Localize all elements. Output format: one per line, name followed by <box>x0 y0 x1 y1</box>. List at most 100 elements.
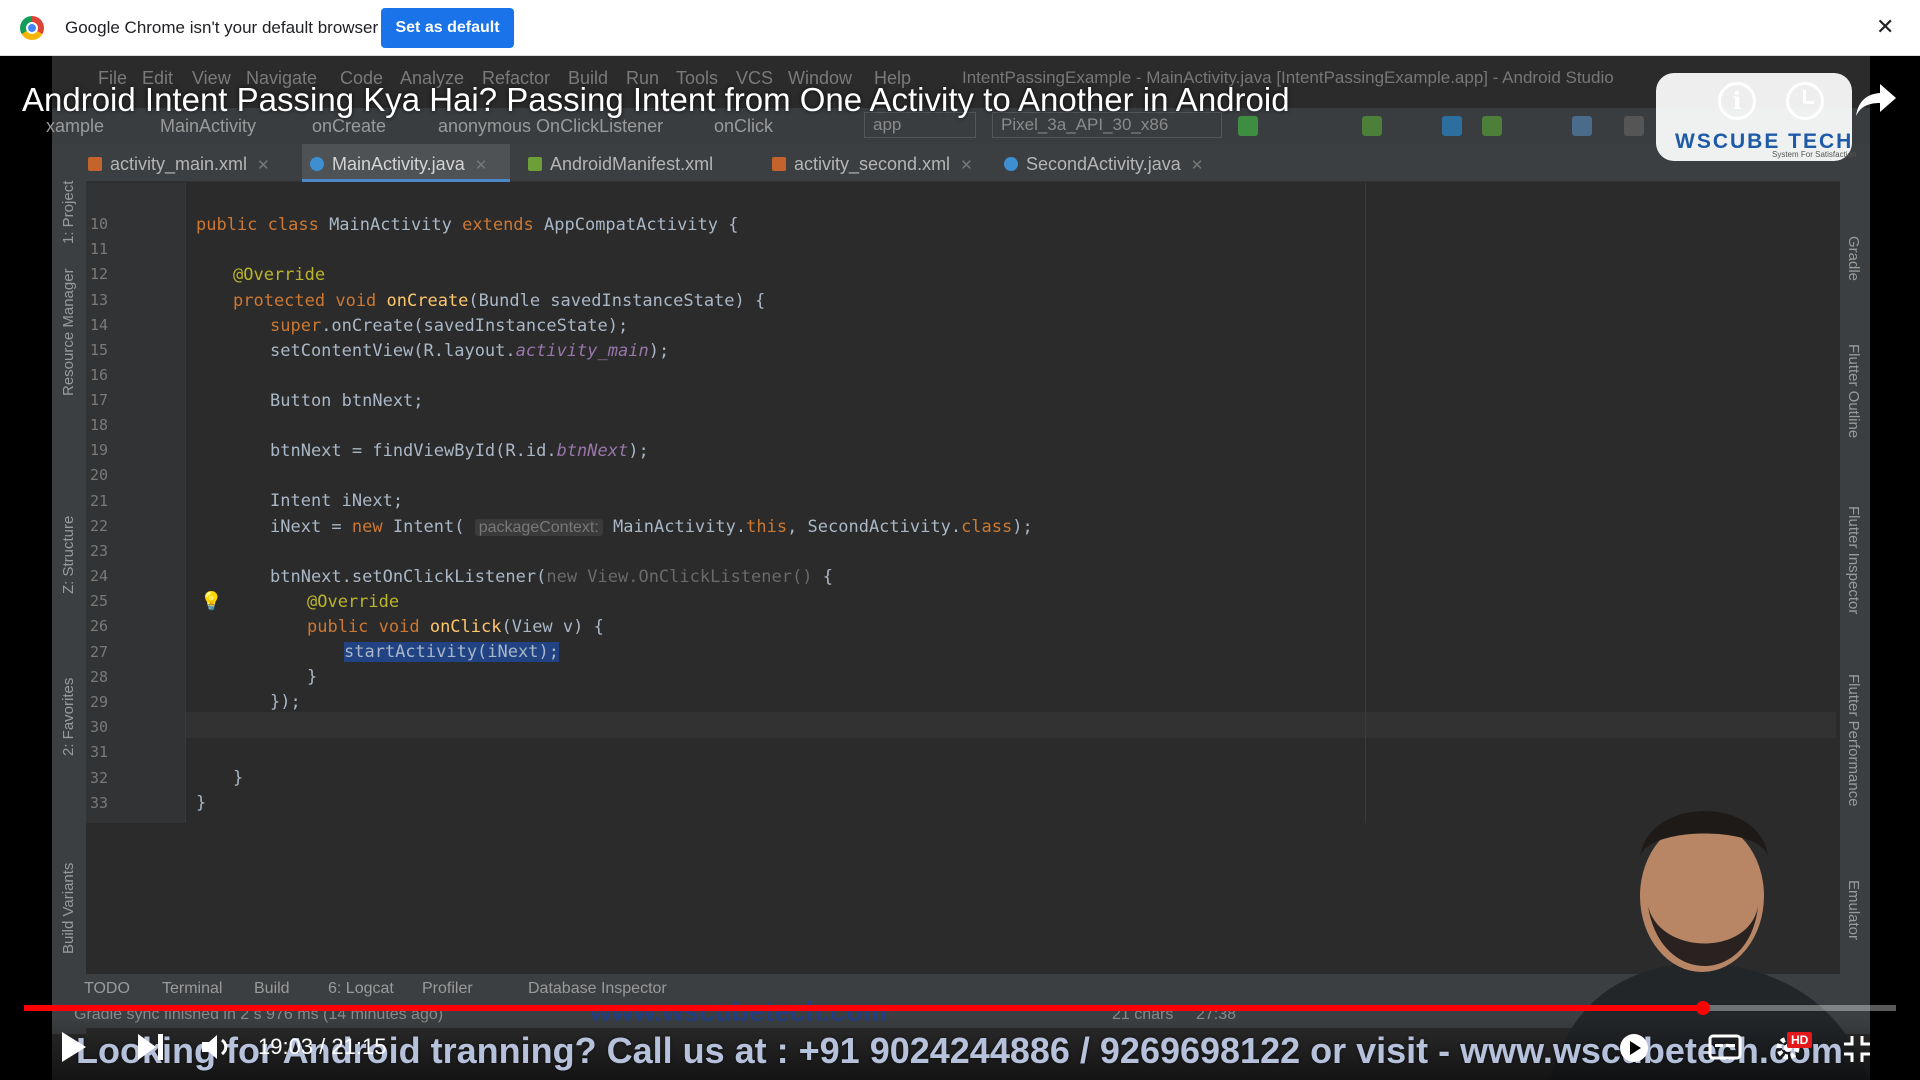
line-number: 21 <box>90 492 109 510</box>
line-number: 28 <box>90 668 109 686</box>
set-as-default-button[interactable]: Set as default <box>381 8 514 48</box>
line-number: 30 <box>90 718 109 736</box>
tab-activity-second-xml: activity_second.xml ✕ <box>772 144 992 182</box>
parameter-hint: packageContext: <box>474 519 603 536</box>
default-browser-infobar: Google Chrome isn't your default browser… <box>0 0 1920 56</box>
toolwin-terminal: Terminal <box>162 980 223 997</box>
code-line-25: @Override <box>307 592 400 612</box>
tool-favorites: 2: Favorites <box>60 677 77 756</box>
play-icon[interactable] <box>58 1030 88 1064</box>
tab-close-icon: ✕ <box>474 157 488 174</box>
line-number: 18 <box>90 416 109 434</box>
code-line-26: public void onClick(View v) { <box>307 617 604 637</box>
line-number: 24 <box>90 567 109 585</box>
hd-badge: HD <box>1787 1032 1813 1048</box>
tool-build-variants: Build Variants <box>60 862 77 954</box>
code-line-21: Intent iNext; <box>270 491 404 511</box>
toolwin-logcat: 6: Logcat <box>328 980 394 997</box>
code-line-24: btnNext.setOnClickListener(new View.OnCl… <box>270 567 833 587</box>
code-line-29: }); <box>270 692 301 712</box>
progress-fill <box>24 1005 1703 1011</box>
time-display: 19:03 / 21:15 <box>258 1034 387 1059</box>
infobar-message: Google Chrome isn't your default browser <box>65 18 379 37</box>
line-number: 14 <box>90 316 109 334</box>
tab-close-icon: ✕ <box>960 157 973 174</box>
line-number: 23 <box>90 542 109 560</box>
xml-layout-icon <box>772 157 786 171</box>
share-icon[interactable] <box>1854 80 1898 120</box>
breadcrumb-onclick: onClick <box>714 116 774 136</box>
breadcrumb-class: MainActivity <box>160 116 257 136</box>
tool-structure: Z: Structure <box>60 515 77 594</box>
editor-tabs: activity_main.xml ✕ MainActivity.java ✕ An… <box>52 144 1870 182</box>
autoplay-icon[interactable] <box>1618 1032 1650 1064</box>
tool-gradle: Gradle <box>1845 236 1862 282</box>
breadcrumb-method: onCreate <box>312 116 387 136</box>
close-icon[interactable]: ✕ <box>1876 14 1894 40</box>
video-player[interactable]: File Edit View Navigate Code Analyze Ref… <box>0 56 1920 1080</box>
sdk-manager-icon <box>1572 116 1592 136</box>
code-line-33: } <box>196 793 207 813</box>
line-number: 32 <box>90 769 109 787</box>
device-manager-icon <box>1624 116 1644 136</box>
info-icon[interactable]: i <box>1718 82 1756 120</box>
tab-label: MainActivity.java <box>332 154 465 174</box>
code-line-10: public class MainActivity extends AppCom… <box>196 215 739 235</box>
line-number: 25 <box>90 592 109 610</box>
run-icon <box>1238 116 1258 136</box>
tab-label: activity_main.xml <box>110 154 248 174</box>
toolwin-todo: TODO <box>84 980 130 997</box>
tab-close-icon: ✕ <box>257 157 270 174</box>
profiler-icon <box>1442 116 1462 136</box>
tab-second-activity-java: SecondActivity.java ✕ <box>1004 144 1224 182</box>
line-number: 27 <box>90 643 109 661</box>
debug-icon <box>1362 116 1382 136</box>
code-line-13: protected void onCreate(Bundle savedInst… <box>233 291 766 311</box>
line-number: 17 <box>90 391 109 409</box>
line-number: 16 <box>90 366 109 384</box>
volume-icon[interactable] <box>200 1032 234 1062</box>
toolwin-build: Build <box>254 980 290 997</box>
breadcrumb-anonymous: anonymous OnClickListener <box>438 116 664 136</box>
code-line-19: btnNext = findViewById(R.id.btnNext); <box>270 441 649 461</box>
tab-main-activity-java: MainActivity.java ✕ <box>302 144 510 182</box>
code-line-27: startActivity(iNext); <box>344 642 559 662</box>
chrome-logo-icon <box>20 16 44 40</box>
code-line-32: } <box>233 768 244 788</box>
tool-resource-manager: Resource Manager <box>60 268 77 396</box>
tab-activity-main-xml: activity_main.xml ✕ <box>88 144 298 182</box>
lightbulb-icon: 💡 <box>200 591 223 611</box>
line-number: 33 <box>90 794 109 812</box>
code-line-12: @Override <box>233 265 326 285</box>
tab-label: SecondActivity.java <box>1026 154 1181 174</box>
breadcrumb-package: xample <box>46 116 105 136</box>
tab-close-icon: ✕ <box>1190 157 1204 174</box>
code-line-22: iNext = new Intent( packageContext: Main… <box>270 517 1033 537</box>
tab-android-manifest: AndroidManifest.xml <box>528 144 728 182</box>
line-number: 12 <box>90 265 109 283</box>
java-class-icon <box>1004 157 1018 171</box>
line-number: 22 <box>90 517 109 535</box>
line-number: 13 <box>90 291 109 309</box>
exit-fullscreen-icon[interactable] <box>1842 1034 1872 1064</box>
line-number: 29 <box>90 693 109 711</box>
line-number: 31 <box>90 743 109 761</box>
selected-code: startActivity(iNext); <box>344 642 559 662</box>
progress-scrubber[interactable] <box>1696 1001 1710 1015</box>
manifest-icon <box>528 157 542 171</box>
toolwin-profiler: Profiler <box>422 980 473 997</box>
tool-flutter-inspector: Flutter Inspector <box>1845 506 1862 615</box>
video-title[interactable]: Android Intent Passing Kya Hai? Passing … <box>22 81 1290 119</box>
subtitles-icon[interactable] <box>1708 1034 1742 1060</box>
watch-later-icon[interactable] <box>1786 82 1824 120</box>
code-line-17: Button btnNext; <box>270 391 424 411</box>
code-line-14: super.onCreate(savedInstanceState); <box>270 316 629 336</box>
tool-flutter-outline: Flutter Outline <box>1845 344 1862 439</box>
line-number: 15 <box>90 341 109 359</box>
xml-layout-icon <box>88 157 102 171</box>
line-number: 20 <box>90 466 109 484</box>
code-editor[interactable]: public class MainActivity extends AppCom… <box>196 183 1836 823</box>
channel-logo-subtitle: System For Satisfaction <box>1772 150 1857 159</box>
next-icon[interactable] <box>136 1032 166 1062</box>
code-line-28: } <box>307 667 318 687</box>
